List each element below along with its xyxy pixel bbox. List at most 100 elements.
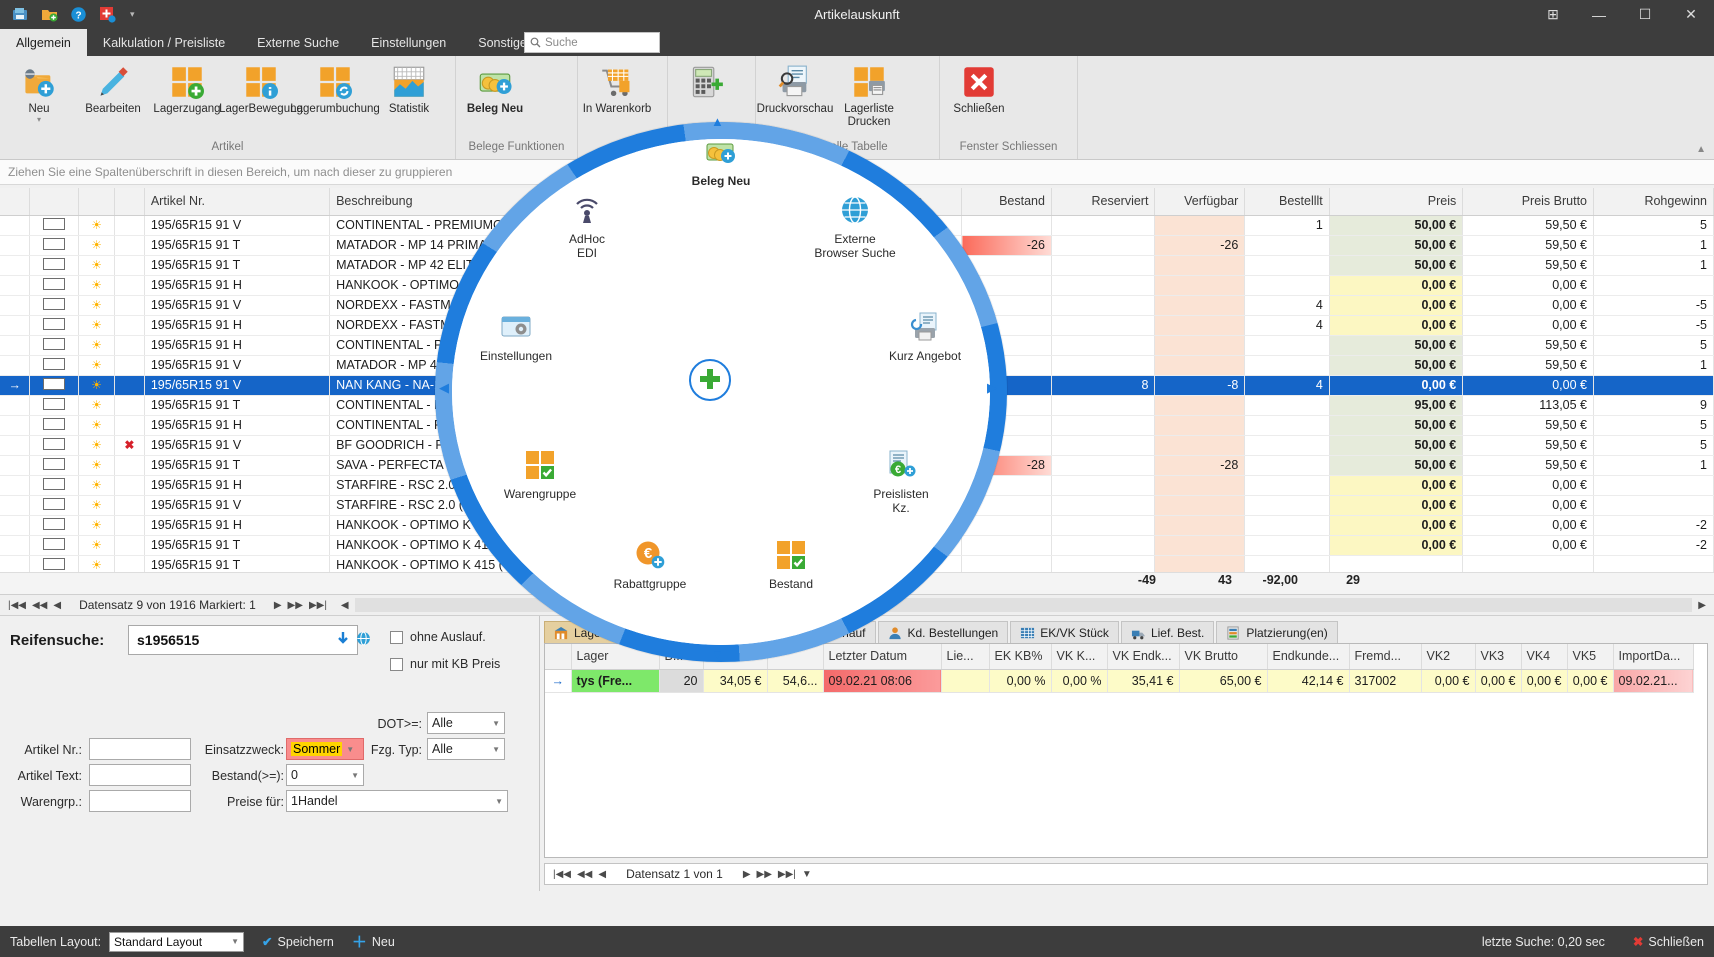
- radial-item-preislisten-kz[interactable]: € Preislisten Kz.: [841, 447, 961, 515]
- chevron-down-icon[interactable]: ▼: [347, 771, 359, 780]
- stock-column-vkendk[interactable]: VK Endk...: [1107, 644, 1180, 670]
- ribbon-collapse-icon[interactable]: ▲: [1696, 144, 1706, 155]
- layout-select[interactable]: Standard Layout ▼: [109, 931, 245, 952]
- radial-item-bestand[interactable]: Bestand: [731, 537, 851, 591]
- stock-column-lager[interactable]: Lager: [571, 644, 660, 670]
- column-header-flag[interactable]: [114, 188, 145, 216]
- column-header-rohgew[interactable]: Rohgewinn: [1593, 188, 1714, 216]
- detail-tab-platzierung-en[interactable]: Platzierung(en): [1216, 621, 1338, 644]
- stock-column-ek[interactable]: [703, 644, 768, 670]
- table-row[interactable]: ☀ 195/65R15 91 T CONTINENTAL - ECOCONTACT …: [0, 395, 1714, 416]
- download-arrow-icon[interactable]: [335, 631, 351, 650]
- help-icon[interactable]: ?: [68, 5, 88, 25]
- row-checkbox[interactable]: [29, 515, 80, 536]
- nav-next-last-group[interactable]: ▶ ▶▶ ▶▶|: [266, 600, 335, 611]
- ribbon-button-calculator-icon[interactable]: [670, 60, 744, 132]
- close-button[interactable]: ✕: [1668, 0, 1714, 29]
- ribbon-tab-externe-suche[interactable]: Externe Suche: [241, 29, 355, 56]
- checkbox-ohne-auslauf[interactable]: ohne Auslauf.: [390, 630, 486, 644]
- input-warengrp[interactable]: [89, 790, 191, 812]
- row-checkbox[interactable]: [29, 395, 80, 416]
- stock-column-endkunde[interactable]: Endkunde...: [1267, 644, 1350, 670]
- ribbon-search-box[interactable]: Suche: [524, 32, 660, 53]
- restore-small-button[interactable]: ⊞: [1530, 0, 1576, 29]
- detail-tab-ek-vk-st-ck[interactable]: EK/VK Stück: [1010, 621, 1119, 644]
- row-checkbox[interactable]: [29, 335, 80, 356]
- radial-item-kurz-angebot[interactable]: Kurz Angebot: [865, 309, 985, 363]
- chevron-down-icon[interactable]: ▼: [488, 719, 500, 728]
- table-row[interactable]: ☀ 195/65R15 91 T HANKOOK - OPTIMO K 415 (T…: [0, 535, 1714, 556]
- row-checkbox[interactable]: [29, 475, 80, 496]
- stock-header-row[interactable]: Lager B... Letzter Datum Lie... EK KB% VK K..…: [545, 644, 1694, 670]
- stock-column-vkk[interactable]: VK K...: [1051, 644, 1108, 670]
- ribbon-tab-allgemein[interactable]: Allgemein: [0, 29, 87, 56]
- table-row[interactable]: ☀ 195/65R15 91 H NORDEXX - FASTMOVE 3 (TL)…: [0, 315, 1714, 336]
- table-row[interactable]: ☀ 195/65R15 91 H CONTINENTAL - PREMIUMCONT…: [0, 335, 1714, 356]
- select-fzg-typ[interactable]: Alle ▼: [427, 738, 505, 760]
- detail-tab-lagerbestand[interactable]: Lagerbestand: [544, 621, 658, 644]
- stock-column-vkbrutto[interactable]: VK Brutto: [1179, 644, 1268, 670]
- row-checkbox[interactable]: [29, 535, 80, 556]
- add-red-icon[interactable]: [97, 5, 117, 25]
- new-layout-button[interactable]: ＋ Neu: [352, 931, 395, 952]
- stock-nav-next-icon[interactable]: ▶: [743, 869, 751, 880]
- group-by-bar[interactable]: Ziehen Sie eine Spaltenüberschrift in di…: [0, 160, 1714, 185]
- column-header-brutto[interactable]: Preis Brutto: [1462, 188, 1594, 216]
- ribbon-button-lagerzugang[interactable]: Lagerzugang: [150, 60, 224, 132]
- stock-column-vk2[interactable]: VK2: [1421, 644, 1476, 670]
- globe-small-icon[interactable]: [356, 631, 371, 649]
- detail-tab-kd-bestellungen[interactable]: Kd. Bestellungen: [877, 621, 1009, 644]
- row-checkbox[interactable]: [29, 235, 80, 256]
- column-header-bestellt[interactable]: Bestelllt: [1244, 188, 1330, 216]
- ribbon-tab-kalkulation-preisliste[interactable]: Kalkulation / Preisliste: [87, 29, 241, 56]
- chevron-down-icon[interactable]: ▼: [488, 745, 500, 754]
- stock-grid[interactable]: Lager B... Letzter Datum Lie... EK KB% VK K..…: [544, 643, 1708, 858]
- stock-nav-first-icon[interactable]: |◀◀: [553, 869, 571, 880]
- stock-column-importda[interactable]: ImportDa...: [1613, 644, 1694, 670]
- ribbon-button-schlie-en[interactable]: Schließen: [942, 60, 1016, 132]
- stock-column-bnr[interactable]: B...: [659, 644, 704, 670]
- select-bestand-ge[interactable]: 0 ▼: [286, 764, 364, 786]
- horizontal-scrollbar[interactable]: [354, 598, 1693, 612]
- stock-column-vk5[interactable]: VK5: [1567, 644, 1614, 670]
- input-artikel-nr[interactable]: [89, 738, 191, 760]
- chevron-down-icon[interactable]: ▼: [491, 797, 503, 806]
- stock-column-arrow[interactable]: [545, 644, 572, 670]
- folder-add-icon[interactable]: [39, 5, 59, 25]
- radial-item-rabattgruppe[interactable]: € Rabattgruppe: [590, 537, 710, 591]
- column-header-verfugbar[interactable]: Verfügbar: [1154, 188, 1246, 216]
- ribbon-button-statistik[interactable]: Statistik: [372, 60, 446, 132]
- detail-tab-lief-best[interactable]: Lief. Best.: [1120, 621, 1215, 644]
- table-row[interactable]: → ☀ 195/65R15 91 V NAN KANG - NA-1 (TL) PKW 8…: [0, 375, 1714, 396]
- row-checkbox[interactable]: [29, 435, 80, 456]
- chevron-down-icon[interactable]: ▼: [231, 937, 239, 946]
- radial-item-warengruppe[interactable]: Warengruppe: [480, 447, 600, 501]
- ribbon-button-beleg-neu[interactable]: Beleg Neu: [458, 60, 532, 132]
- column-header-preis[interactable]: Preis: [1329, 188, 1464, 216]
- tire-search-box[interactable]: [128, 625, 370, 655]
- stock-column-ekkb[interactable]: EK KB%: [989, 644, 1052, 670]
- qat-overflow-icon[interactable]: ▾: [130, 9, 135, 20]
- column-header-artnr[interactable]: Artikel Nr.: [144, 188, 331, 216]
- ribbon-button-neu[interactable]: Neu ▾: [2, 60, 76, 132]
- row-checkbox[interactable]: [29, 355, 80, 376]
- row-checkbox[interactable]: [29, 455, 80, 476]
- detail-tab-kb-preisverlauf[interactable]: KB Preisverlauf: [752, 621, 876, 644]
- ribbon-button-in-warenkorb[interactable]: In Warenkorb: [580, 60, 654, 132]
- column-header-reserviert[interactable]: Reserviert: [1051, 188, 1156, 216]
- hscroll-right-icon[interactable]: ▶: [1698, 600, 1714, 611]
- ribbon-button-lagerbewegung[interactable]: LagerBewegung: [219, 60, 303, 132]
- radial-item-einstellungen[interactable]: Einstellungen: [456, 309, 576, 363]
- stock-column-datum[interactable]: Letzter Datum: [823, 644, 942, 670]
- stock-column-lief[interactable]: Lie...: [941, 644, 990, 670]
- filter-icon[interactable]: ▼: [802, 869, 812, 880]
- nav-last-icon[interactable]: ▶▶|: [309, 600, 327, 611]
- nav-first-icon[interactable]: |◀◀: [8, 600, 26, 611]
- maximize-button[interactable]: ☐: [1622, 0, 1668, 29]
- hscroll-left-icon[interactable]: ◀: [335, 600, 349, 611]
- select-preise-fuer[interactable]: 1Handel ▼: [286, 790, 508, 812]
- stock-nav-next-page-icon[interactable]: ▶▶: [757, 869, 772, 880]
- table-row[interactable]: ☀ 195/65R15 91 V MATADOR - MP 43 (TL) PKW 50…: [0, 355, 1714, 376]
- stock-nav-prev-page-icon[interactable]: ◀◀: [577, 869, 592, 880]
- checkbox-nur-kb-preis[interactable]: nur mit KB Preis: [390, 657, 500, 671]
